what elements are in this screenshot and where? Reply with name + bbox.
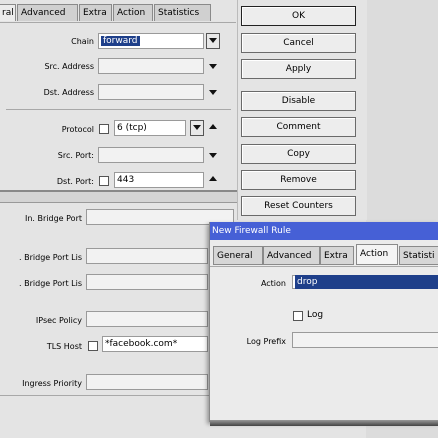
dst-port-input[interactable]: 443: [114, 172, 204, 188]
tab-general[interactable]: General: [213, 246, 263, 265]
tab-advanced[interactable]: Advanced: [263, 246, 320, 265]
tab-statistics[interactable]: Statisti: [399, 246, 438, 265]
section-divider: [6, 109, 231, 110]
protocol-invert-checkbox[interactable]: [99, 124, 109, 134]
disable-button[interactable]: Disable: [241, 91, 356, 111]
remove-button[interactable]: Remove: [241, 170, 356, 190]
src-port-input[interactable]: [98, 147, 204, 163]
log-prefix-label: Log Prefix: [246, 337, 286, 346]
log-checkbox[interactable]: [293, 311, 303, 321]
dst-port-value: 443: [117, 175, 135, 185]
ok-button[interactable]: OK: [241, 6, 356, 26]
tls-host-input[interactable]: *facebook.com*: [102, 336, 208, 352]
chain-label: Chain: [71, 37, 94, 46]
dst-port-invert-checkbox[interactable]: [99, 176, 109, 186]
tls-host-value: *facebook.com*: [105, 339, 178, 349]
tls-host-label: TLS Host: [46, 342, 82, 351]
protocol-dropdown-icon[interactable]: [190, 120, 204, 136]
reset-counters-button[interactable]: Reset Counters: [241, 196, 356, 216]
tab-divider: [0, 22, 236, 23]
ingress-priority-input[interactable]: [86, 374, 208, 390]
in-bridge-port-list-input[interactable]: [86, 248, 208, 264]
protocol-collapse-icon[interactable]: [209, 124, 217, 129]
dst-address-label: Dst. Address: [43, 88, 94, 97]
dst-address-input[interactable]: [98, 84, 204, 100]
out-bridge-port-list-input[interactable]: [86, 274, 208, 290]
ipsec-policy-label: IPsec Policy: [35, 316, 82, 325]
chain-select[interactable]: forward: [98, 33, 204, 49]
ipsec-policy-input[interactable]: [86, 311, 208, 327]
protocol-select[interactable]: 6 (tcp): [114, 120, 186, 136]
window-bottom-shadow: [210, 420, 438, 426]
src-address-input[interactable]: [98, 58, 204, 74]
action-label: Action: [260, 279, 286, 288]
tab-divider: [210, 266, 438, 267]
in-bridge-port-label: In. Bridge Port: [25, 214, 82, 223]
bottom-divider: [0, 395, 210, 396]
dst-address-dropdown-icon[interactable]: [209, 90, 217, 95]
in-bridge-port-list-label: . Bridge Port Lis: [19, 253, 82, 262]
tab-statistics[interactable]: Statistics: [154, 4, 211, 21]
tab-extra[interactable]: Extra: [320, 246, 354, 265]
tab-action[interactable]: Action: [113, 4, 153, 21]
chain-value: forward: [101, 36, 140, 46]
cancel-button[interactable]: Cancel: [241, 33, 356, 53]
action-value: drop: [295, 275, 438, 289]
src-port-label: Src. Port:: [57, 151, 94, 160]
chain-dropdown-icon[interactable]: [206, 33, 220, 49]
dst-port-label: Dst. Port:: [56, 177, 94, 186]
out-bridge-port-list-label: . Bridge Port Lis: [19, 279, 82, 288]
protocol-label: Protocol: [61, 125, 94, 134]
front-tab-bar: General Advanced Extra Action Statisti: [210, 244, 438, 266]
log-prefix-input[interactable]: [292, 332, 438, 348]
dst-port-collapse-icon[interactable]: [209, 176, 217, 181]
tab-advanced[interactable]: Advanced: [17, 4, 78, 21]
tls-host-invert-checkbox[interactable]: [88, 341, 98, 351]
new-firewall-rule-window: New Firewall Rule General Advanced Extra…: [209, 222, 438, 422]
log-label: Log: [307, 310, 324, 320]
tab-action[interactable]: Action: [356, 244, 398, 265]
ingress-priority-label: Ingress Priority: [22, 379, 82, 388]
apply-button[interactable]: Apply: [241, 59, 356, 79]
action-select[interactable]: drop: [292, 275, 438, 289]
comment-button[interactable]: Comment: [241, 117, 356, 137]
window-title[interactable]: New Firewall Rule: [210, 222, 438, 240]
tab-general[interactable]: ral: [0, 4, 16, 21]
copy-button[interactable]: Copy: [241, 144, 356, 164]
protocol-value: 6 (tcp): [117, 123, 147, 133]
src-address-label: Src. Address: [44, 62, 94, 71]
scroll-overlap-strip: [0, 192, 238, 203]
src-port-dropdown-icon[interactable]: [209, 153, 217, 158]
tab-extra[interactable]: Extra: [79, 4, 112, 21]
src-address-dropdown-icon[interactable]: [209, 64, 217, 69]
